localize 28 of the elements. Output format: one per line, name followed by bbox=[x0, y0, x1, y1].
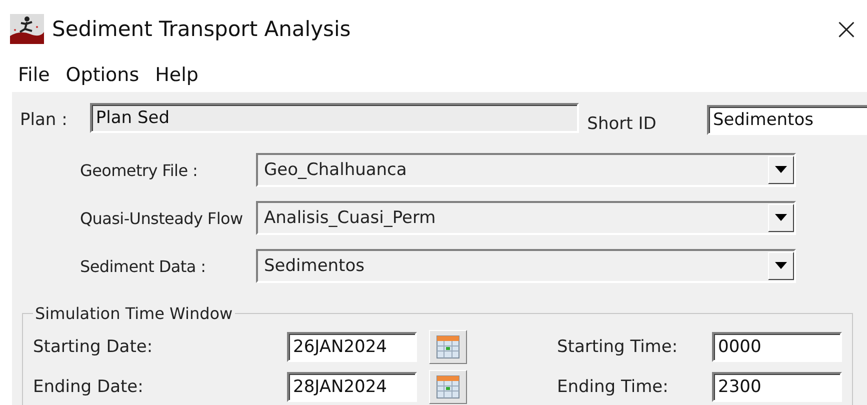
calendar-icon bbox=[436, 335, 460, 359]
group-title: Simulation Time Window bbox=[34, 304, 234, 323]
date-field[interactable]: 26JAN2024 bbox=[287, 332, 417, 362]
field-label: Starting Date: bbox=[33, 337, 154, 357]
menu-item[interactable]: Options bbox=[58, 64, 148, 86]
window-title: Sediment Transport Analysis bbox=[52, 17, 351, 41]
field-label: Plan : bbox=[19, 110, 68, 130]
field-label: Geometry File : bbox=[79, 160, 199, 180]
time-field[interactable]: 0000 bbox=[712, 332, 842, 362]
calendar-button[interactable] bbox=[429, 370, 467, 404]
date-field[interactable]: 28JAN2024 bbox=[287, 372, 417, 402]
close-button[interactable]: × bbox=[834, 12, 859, 46]
dropdown-field[interactable]: Analisis_Cuasi_Perm bbox=[256, 201, 796, 235]
dropdown-field[interactable]: Geo_Chalhuanca bbox=[256, 153, 796, 187]
calendar-button[interactable] bbox=[429, 330, 467, 364]
field-label: Sediment Data : bbox=[79, 256, 207, 276]
menu-item[interactable]: Help bbox=[147, 64, 206, 86]
short-id-field[interactable]: Sedimentos bbox=[707, 105, 867, 135]
app-icon bbox=[10, 14, 44, 44]
dropdown-field[interactable]: Sedimentos bbox=[256, 249, 796, 283]
menu-item[interactable]: File bbox=[10, 64, 58, 86]
calendar-icon bbox=[436, 375, 460, 399]
field-label: Starting Time: bbox=[557, 337, 679, 357]
field-label: Quasi-Unsteady Flow bbox=[79, 208, 244, 228]
time-field[interactable]: 2300 bbox=[712, 372, 842, 402]
field-label: Ending Date: bbox=[33, 377, 144, 397]
field-label: Short ID bbox=[586, 114, 658, 134]
field-label: Ending Time: bbox=[557, 377, 670, 397]
